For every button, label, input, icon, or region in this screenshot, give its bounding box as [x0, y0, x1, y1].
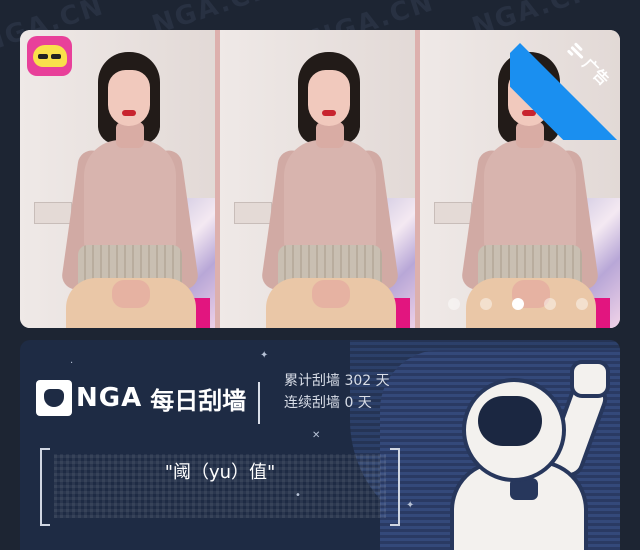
daily-word-box[interactable]: "阈（yu）值": [40, 448, 400, 526]
banner-image-panel: [220, 30, 420, 328]
star-icon: ✦: [260, 350, 269, 361]
feature-title: 每日刮墙: [150, 386, 247, 415]
stat-total-days: 累计刮墙 302 天: [284, 373, 390, 389]
daily-word: "阈（yu）值": [164, 462, 276, 483]
carousel-dot-active[interactable]: [512, 298, 524, 310]
star-icon: ·: [70, 358, 74, 369]
stat-streak-days: 连续刮墙 0 天: [284, 395, 372, 411]
ad-label: 广告: [578, 54, 613, 89]
daily-wall-card[interactable]: ✦ ✕ • ✦ · NGA 每日刮墙 累计刮墙 302 天 连续刮墙 0 天 "…: [20, 340, 620, 550]
astronaut-illustration: [420, 350, 620, 550]
ad-platform-icon: [566, 41, 587, 63]
carousel-dot[interactable]: [448, 298, 460, 310]
nga-daily-logo: NGA 每日刮墙: [36, 380, 246, 416]
divider: [258, 382, 260, 424]
brand-name: NGA: [76, 383, 143, 413]
carousel-indicator: [448, 298, 588, 310]
wall-stats: 累计刮墙 302 天 连续刮墙 0 天: [284, 370, 390, 414]
star-icon: ✕: [312, 430, 321, 441]
ad-banner[interactable]: 广告: [20, 30, 620, 328]
app-logo-icon: [27, 36, 72, 76]
ad-ribbon: 广告: [510, 30, 620, 140]
carousel-dot[interactable]: [544, 298, 556, 310]
nga-paw-icon: [36, 380, 72, 416]
carousel-dot[interactable]: [480, 298, 492, 310]
star-icon: ✦: [406, 500, 415, 511]
carousel-dot[interactable]: [576, 298, 588, 310]
